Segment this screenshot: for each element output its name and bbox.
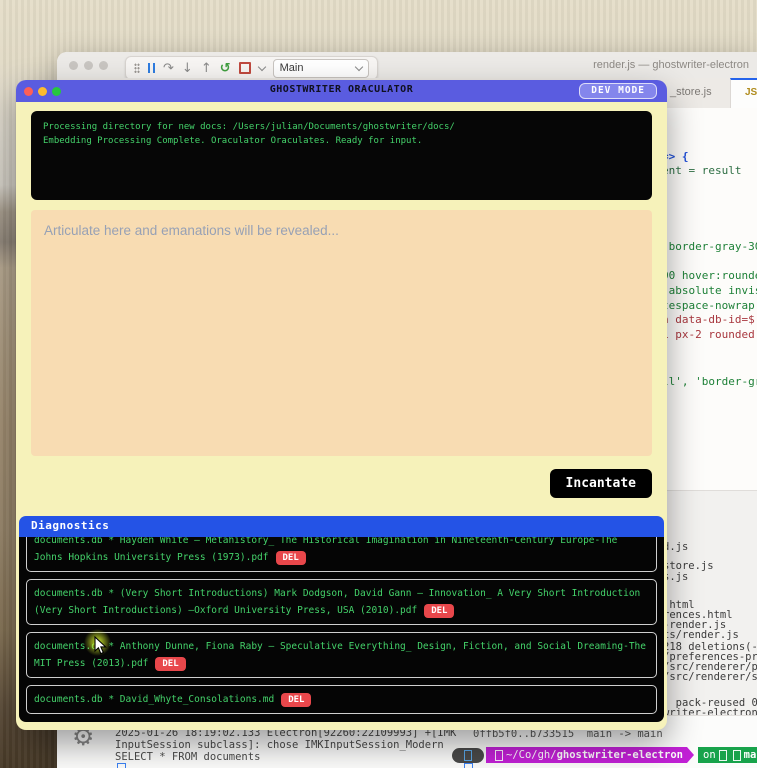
prompt-git-segment: onmain *1 (698, 747, 757, 763)
shell-prompt: ~/Co/gh/ghostwriter-electron onmain *1 (452, 747, 757, 763)
prompt-path-name: ghostwriter-electron (556, 749, 684, 761)
code-line: tespace-nowrap' (662, 299, 757, 312)
app-titlebar[interactable]: GHOSTWRITER ORACULATOR DEV MODE (16, 80, 667, 102)
powerline-arrow-icon (687, 747, 695, 763)
restart-icon[interactable]: ↺ (220, 62, 231, 75)
drag-grip-icon[interactable] (134, 63, 140, 73)
terminal-line: SELECT * FROM documents (115, 751, 261, 763)
console-line: Processing directory for new docs: /User… (43, 122, 455, 132)
delete-button[interactable]: DEL (424, 604, 455, 618)
code-line: ll', 'border-gr (662, 375, 757, 388)
prompt-branch: main (743, 749, 757, 761)
diagnostics-header: Diagnostics (19, 516, 664, 537)
debug-config-label: Main (279, 62, 304, 74)
vscode-window-title: render.js — ghostwriter-electron (593, 59, 749, 71)
prompt-git-on: on (703, 749, 716, 761)
debug-config-dropdown[interactable]: Main (272, 58, 369, 78)
debug-toolbar: ↷ ↓ ↑ ↺ Main (125, 56, 378, 80)
code-line: 1 px-2 rounded (662, 328, 755, 341)
folder-icon (495, 749, 503, 761)
prompt-path-segment: ~/Co/gh/ghostwriter-electron (486, 747, 688, 763)
step-out-icon[interactable]: ↑ (201, 62, 212, 75)
tab-render-js[interactable]: JS (730, 78, 757, 109)
git-icon (718, 749, 727, 761)
delete-button[interactable]: DEL (275, 551, 306, 565)
document-row: documents.db * Anthony Dunne, Fiona Raby… (26, 632, 657, 678)
vscode-titlebar: ↷ ↓ ↑ ↺ Main render.js — ghostwriter-ele… (57, 52, 757, 80)
incantation-input[interactable] (31, 210, 652, 456)
code-line: n data-db-id=$ (662, 313, 755, 326)
document-row-text: documents.db * David_Whyte_Consolations.… (34, 694, 275, 705)
zoom-icon[interactable] (99, 61, 108, 70)
chevron-down-icon[interactable] (257, 62, 266, 71)
document-row-text: documents.db * Hayden White — Metahistor… (34, 537, 618, 563)
stop-icon[interactable] (238, 62, 251, 74)
code-line: 00 hover:rounde (662, 269, 757, 282)
status-console: Processing directory for new docs: /User… (31, 111, 652, 200)
step-into-icon[interactable]: ↓ (182, 62, 193, 75)
desktop: ↷ ↓ ↑ ↺ Main render.js — ghostwriter-ele… (0, 0, 757, 768)
code-line: "absolute invis (662, 284, 757, 297)
branch-icon (732, 749, 741, 761)
prompt-char: › (454, 763, 459, 768)
diagnostics-list[interactable]: documents.db * Hayden White — Metahistor… (19, 537, 664, 722)
document-row: documents.db * Hayden White — Metahistor… (26, 537, 657, 572)
diagnostics-section: Diagnostics documents.db * Hayden White … (19, 516, 664, 722)
dropdown-chevron-icon (354, 62, 363, 71)
console-line: Embedding Processing Complete. Oraculato… (43, 135, 423, 146)
incantate-button[interactable]: Incantate (549, 469, 652, 498)
panel-line: ts/render.js (663, 629, 739, 641)
panel-line: /src/renderer/sc (663, 671, 757, 683)
delete-button[interactable]: DEL (281, 693, 312, 707)
app-title: GHOSTWRITER ORACULATOR (269, 84, 414, 95)
os-icon (452, 747, 484, 763)
document-row-text: documents.db * Anthony Dunne, Fiona Raby… (34, 641, 646, 669)
prompt-path-prefix: ~/Co/gh/ (506, 749, 557, 761)
step-over-icon[interactable]: ↷ (163, 62, 174, 75)
terminal-line: InputSession subclass]: chose IMKInputSe… (115, 739, 444, 751)
dev-mode-badge: DEV MODE (579, 83, 657, 99)
tab-store-js[interactable]: _store.js (670, 86, 712, 98)
document-row: documents.db * (Very Short Introductions… (26, 579, 657, 625)
close-icon[interactable] (69, 61, 78, 70)
js-file-icon: JS (745, 87, 757, 98)
oraculator-window: GHOSTWRITER ORACULATOR DEV MODE Processi… (16, 80, 667, 730)
document-row-text: documents.db * (Very Short Introductions… (34, 588, 641, 616)
terminal-cursor (117, 763, 126, 768)
mouse-cursor (94, 636, 107, 655)
glyph-box-icon (464, 749, 472, 761)
code-line: 'border-gray-30 (662, 240, 757, 253)
code-line: ent = result (662, 164, 742, 177)
document-row: documents.db * David_Whyte_Consolations.… (26, 685, 657, 714)
minimize-icon[interactable] (84, 61, 93, 70)
shell-cursor (464, 763, 473, 768)
vscode-traffic-lights (69, 61, 108, 70)
pause-icon[interactable] (148, 63, 155, 73)
delete-button[interactable]: DEL (155, 657, 186, 671)
